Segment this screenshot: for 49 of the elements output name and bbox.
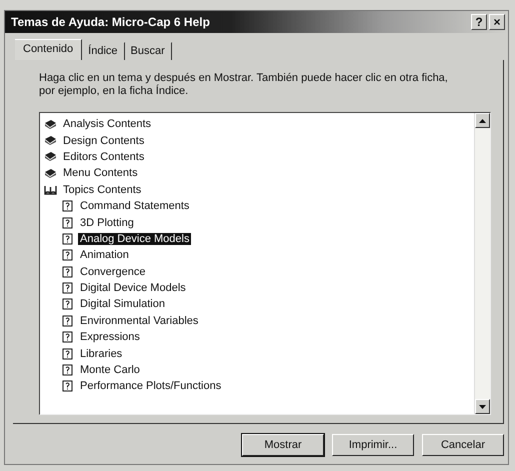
help-page-icon: [62, 282, 74, 294]
tree-item[interactable]: Analog Device Models: [78, 232, 192, 245]
help-page-icon: [62, 380, 74, 392]
tree-item[interactable]: Libraries: [78, 348, 124, 360]
help-page-icon: [62, 232, 74, 245]
caret-up-icon: [479, 118, 486, 122]
help-page-icon: [62, 266, 74, 278]
help-page-icon: [62, 249, 74, 262]
window-title: Temas de Ayuda: Micro-Cap 6 Help: [11, 15, 210, 29]
tree-item[interactable]: Monte Carlo: [78, 364, 142, 376]
scroll-up-button[interactable]: [475, 113, 490, 128]
caret-down-icon: [479, 404, 486, 408]
tree-item[interactable]: Convergence: [78, 266, 148, 278]
tree-item[interactable]: Design Contents: [61, 134, 146, 147]
tree-item[interactable]: Menu Contents: [61, 167, 140, 180]
help-page-icon: [62, 200, 74, 212]
tab[interactable]: Índice: [82, 42, 125, 60]
help-page-icon: [62, 216, 74, 229]
book-icon: [44, 135, 57, 146]
close-button[interactable]: ×: [489, 14, 505, 30]
dialog-button[interactable]: Mostrar: [242, 434, 324, 456]
dialog-button[interactable]: Cancelar: [422, 434, 504, 456]
help-button[interactable]: ?: [471, 14, 487, 30]
tree-item[interactable]: Animation: [78, 249, 131, 262]
tree-item[interactable]: Editors Contents: [61, 150, 146, 163]
tab[interactable]: Contenido: [15, 39, 82, 60]
tree-item[interactable]: Expressions: [78, 331, 142, 344]
tree-item[interactable]: Digital Simulation: [78, 298, 167, 310]
help-page-icon: [62, 348, 74, 360]
tree-item[interactable]: Performance Plots/Functions: [78, 380, 224, 392]
dialog-button[interactable]: Imprimir...: [332, 434, 414, 456]
tree-item[interactable]: 3D Plotting: [78, 216, 136, 229]
book-icon: [44, 168, 57, 179]
tab[interactable]: Buscar: [124, 42, 172, 60]
help-page-icon: [62, 314, 74, 327]
book-icon: [44, 118, 57, 130]
scrollbar[interactable]: [474, 113, 490, 414]
instructions-text: Haga clic en un tema y después en Mostrar. También puede hacer clic en otra ficha, por ejemplo, en la ficha Índice.: [39, 72, 449, 98]
tree-item[interactable]: Command Statements: [78, 200, 192, 212]
tree-item[interactable]: Environmental Variables: [78, 314, 200, 327]
help-page-icon: [62, 364, 74, 376]
tree-item[interactable]: Analysis Contents: [61, 118, 154, 130]
help-page-icon: [62, 331, 74, 344]
tree-item[interactable]: Topics Contents: [61, 184, 144, 196]
scroll-down-button[interactable]: [475, 399, 490, 414]
tree-item[interactable]: Digital Device Models: [78, 282, 188, 294]
open-book-icon: [44, 184, 57, 196]
help-page-icon: [62, 298, 74, 310]
book-icon: [44, 151, 57, 162]
